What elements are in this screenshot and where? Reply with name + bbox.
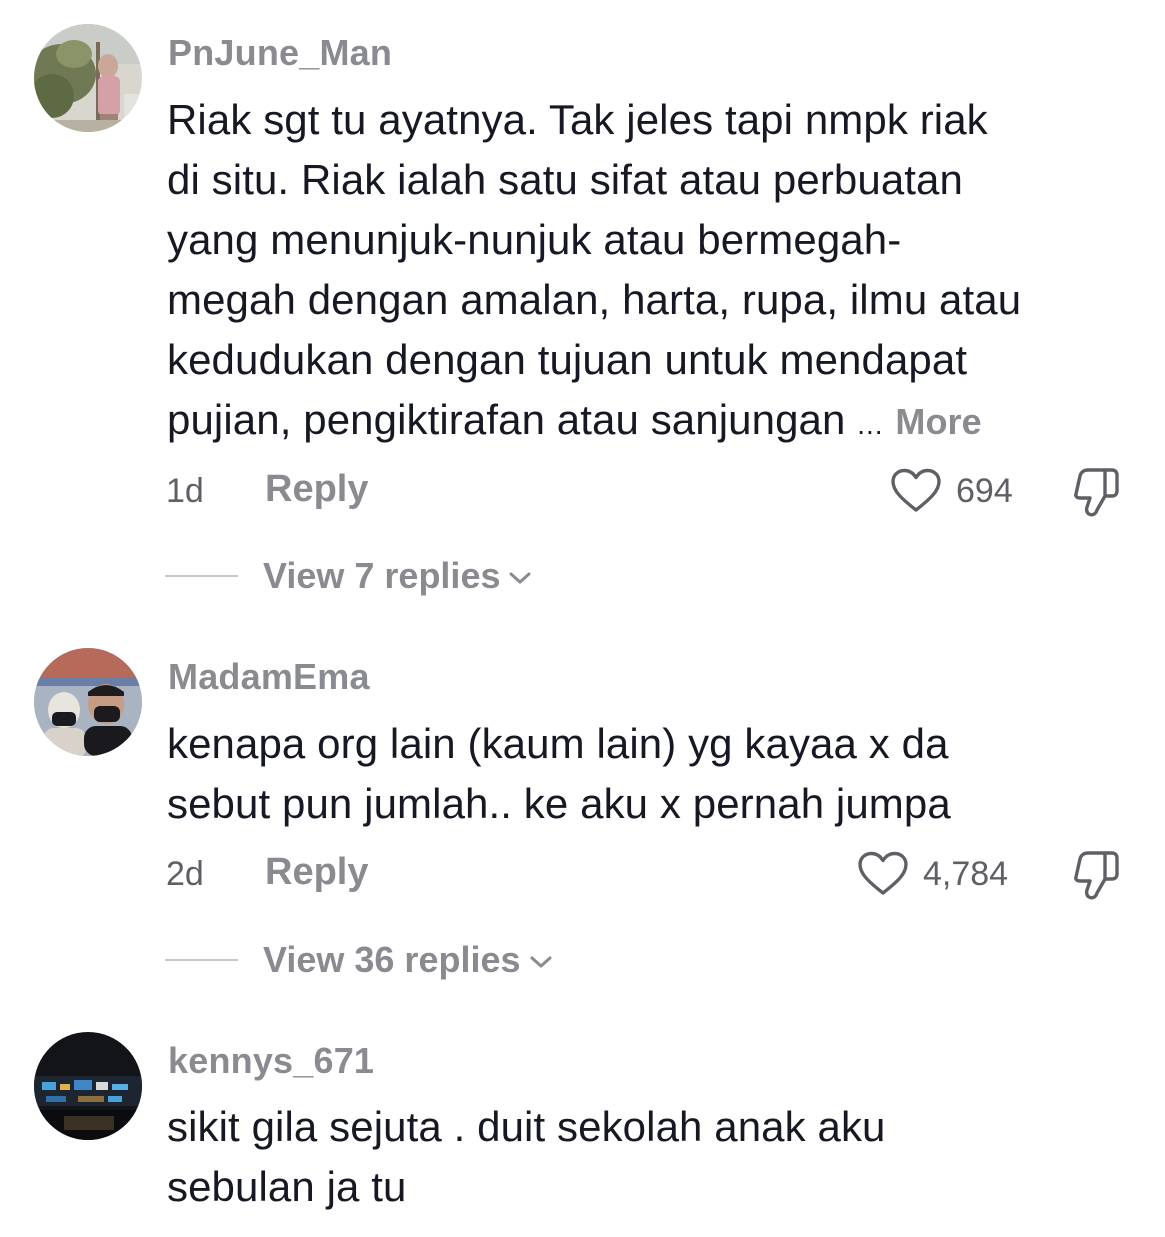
comment-time: 1d <box>166 472 204 510</box>
comment-text-line: Riak sgt tu ayatnya. Tak jeles tapi nmpk… <box>167 96 988 143</box>
thumbs-down-icon <box>1074 851 1119 900</box>
avatar[interactable] <box>34 1032 142 1140</box>
heart-outline-icon <box>891 468 941 512</box>
view-replies-button[interactable]: View 7 replies <box>165 555 532 596</box>
ellipsis: ... <box>857 409 884 440</box>
reply-button[interactable]: Reply <box>265 851 368 894</box>
comment-text-line: sikit gila sejuta . duit sekolah anak ak… <box>167 1103 886 1150</box>
like-count: 694 <box>956 471 1013 510</box>
comment-text-line: pujian, pengiktirafan atau sanjungan <box>167 396 846 443</box>
chevron-down-icon <box>509 572 531 584</box>
comment-time: 2d <box>166 855 204 893</box>
comment-text-line: megah dengan amalan, harta, rupa, ilmu a… <box>167 276 1022 323</box>
dislike-button[interactable] <box>1072 849 1122 903</box>
more-link[interactable]: More <box>895 401 981 442</box>
comment-text-line: kenapa org lain (kaum lain) yg kayaa x d… <box>167 720 949 767</box>
comment-text: kenapa org lain (kaum lain) yg kayaa x d… <box>167 714 1137 834</box>
comment-text-line: di situ. Riak ialah satu sifat atau perb… <box>167 156 963 203</box>
view-replies-button[interactable]: View 36 replies <box>165 939 553 980</box>
chevron-down-icon <box>530 956 552 968</box>
like-button[interactable]: 694 <box>890 466 1013 516</box>
comment-text-last-line: pujian, pengiktirafan atau sanjungan ...… <box>167 390 1137 455</box>
divider <box>165 575 238 577</box>
like-count: 4,784 <box>923 854 1009 893</box>
avatar[interactable] <box>34 24 142 132</box>
comment-text-line: kedudukan dengan tujuan untuk mendapat <box>167 336 968 383</box>
comment-username[interactable]: PnJune_Man <box>168 32 392 74</box>
comment-actions: 2d Reply 4,784 <box>0 849 1165 900</box>
comment-text: Riak sgt tu ayatnya. Tak jeles tapi nmpk… <box>167 90 1137 455</box>
comment-actions: 1d Reply 694 <box>0 466 1165 517</box>
comment-text: sikit gila sejuta . duit sekolah anak ak… <box>167 1097 1137 1217</box>
reply-button[interactable]: Reply <box>265 468 368 511</box>
comment-username[interactable]: kennys_671 <box>168 1040 374 1082</box>
like-button[interactable]: 4,784 <box>857 849 1008 899</box>
view-replies-label: View 36 replies <box>263 939 521 980</box>
heart-outline-icon <box>858 851 908 895</box>
view-replies-label: View 7 replies <box>263 555 501 596</box>
avatar[interactable] <box>34 648 142 756</box>
thumbs-down-icon <box>1074 468 1119 517</box>
comment-username[interactable]: MadamEma <box>168 656 370 698</box>
comment-text-line: sebulan ja tu <box>167 1163 407 1210</box>
divider <box>165 959 238 961</box>
comment-text-line: sebut pun jumlah.. ke aku x pernah jumpa <box>167 780 951 827</box>
comment-text-line: yang menunjuk-nunjuk atau bermegah- <box>167 216 902 263</box>
dislike-button[interactable] <box>1072 466 1122 520</box>
